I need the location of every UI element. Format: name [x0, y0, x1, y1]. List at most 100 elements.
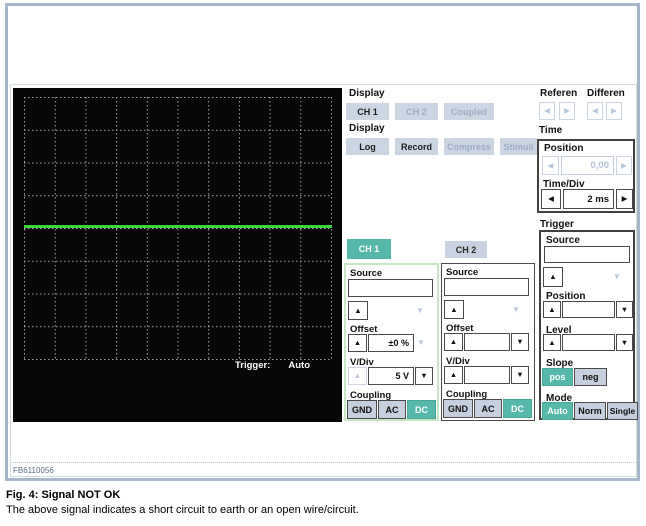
trigger-level-down-button[interactable]: ▼	[616, 334, 633, 351]
ch1-tab[interactable]: CH 1	[347, 239, 391, 259]
referen-next-button: ▶	[559, 102, 575, 120]
up-arrow-icon: ▲	[450, 338, 457, 346]
slope-pos-button[interactable]: pos	[542, 368, 573, 386]
up-arrow-icon: ▲	[548, 306, 555, 314]
trigger-source-label: Source	[546, 235, 580, 246]
trigger-source-up-button[interactable]: ▲	[543, 267, 563, 287]
display-coupled-button[interactable]: Coupled	[444, 103, 494, 120]
mode-single-button[interactable]: Single	[607, 402, 638, 420]
left-arrow-icon: ◀	[592, 107, 598, 115]
time-group-label: Time	[539, 125, 562, 136]
mode-norm-button[interactable]: Norm	[574, 402, 606, 420]
down-arrow-icon: ▼	[516, 338, 523, 346]
trigger-position-down-button[interactable]: ▼	[616, 301, 633, 318]
ch1-offset-value: ±0 %	[368, 334, 414, 352]
ch2-source-label: Source	[446, 267, 478, 278]
ch1-source-dropdown-icon: ▼	[416, 307, 424, 315]
ch1-vdiv-value: 5 V	[368, 367, 414, 385]
instrument-panel: Trigger: Auto Display CH 1 CH 2 Coupled …	[10, 84, 637, 477]
scope-trigger-readout: Trigger: Auto	[235, 360, 310, 371]
ch2-offset-value	[464, 333, 510, 351]
left-arrow-icon: ◀	[544, 107, 550, 115]
ch2-offset-up-button[interactable]: ▲	[444, 333, 463, 351]
referen-label: Referen	[540, 88, 577, 99]
left-arrow-icon: ◀	[548, 195, 554, 203]
referen-prev-button: ◀	[539, 102, 555, 120]
time-position-increase-button[interactable]: ▶	[616, 156, 632, 175]
scope-grid	[24, 97, 332, 360]
time-position-decrease-button[interactable]: ◀	[542, 156, 559, 175]
ch2-source-dropdown-icon: ▼	[512, 306, 520, 314]
left-arrow-icon: ◀	[548, 162, 554, 170]
footer-divider	[11, 462, 636, 463]
down-arrow-icon: ▼	[516, 371, 523, 379]
trigger-group-box: Source ▲ ▼ Position ▲ ▼ Level ▲ ▼ Slope …	[539, 230, 635, 420]
time-group-box: Position ◀ 0,00 ▶ Time/Div ◀ 2 ms ▶	[537, 139, 635, 213]
up-arrow-icon: ▲	[450, 371, 457, 379]
ch1-source-input[interactable]	[348, 279, 433, 297]
ch1-source-label: Source	[350, 268, 382, 279]
ch2-coupling-dc-button[interactable]: DC	[503, 399, 532, 418]
trigger-source-input[interactable]	[544, 246, 630, 263]
timediv-increase-button[interactable]: ▶	[616, 189, 633, 209]
trigger-readout-label: Trigger:	[235, 360, 270, 371]
figure-code: FB6110056	[13, 466, 54, 475]
ch2-coupling-gnd-button[interactable]: GND	[443, 399, 473, 418]
display-channels-label: Display	[349, 88, 385, 99]
ch1-coupling-ac-button[interactable]: AC	[378, 400, 406, 419]
right-arrow-icon: ▶	[611, 107, 617, 115]
display-ch2-button[interactable]: CH 2	[395, 103, 438, 120]
down-arrow-icon: ▼	[420, 372, 427, 380]
slope-neg-button[interactable]: neg	[574, 368, 607, 386]
ch1-source-up-button[interactable]: ▲	[348, 301, 368, 320]
differen-next-button: ▶	[606, 102, 622, 120]
ch2-vdiv-up-button[interactable]: ▲	[444, 366, 463, 384]
display-ch1-button[interactable]: CH 1	[346, 103, 389, 120]
ch1-offset-dropdown-icon: ▼	[417, 339, 425, 347]
ch1-panel: Source ▲ ▼ Offset ▲ ±0 % ▼ V/Div ▲ 5 V ▼…	[344, 263, 439, 421]
right-arrow-icon: ▶	[564, 107, 570, 115]
ch1-coupling-dc-button[interactable]: DC	[407, 400, 436, 419]
timediv-decrease-button[interactable]: ◀	[541, 189, 561, 209]
log-button[interactable]: Log	[346, 138, 389, 155]
timediv-value: 2 ms	[563, 189, 614, 209]
trigger-readout-value: Auto	[288, 360, 310, 371]
up-arrow-icon: ▲	[450, 306, 457, 314]
trigger-position-up-button[interactable]: ▲	[543, 301, 561, 318]
trigger-position-value	[562, 301, 615, 318]
trigger-group-label: Trigger	[540, 219, 574, 230]
up-arrow-icon: ▲	[354, 307, 361, 315]
display-modes-label: Display	[349, 123, 385, 134]
ch2-vdiv-value	[464, 366, 510, 384]
ch2-tab[interactable]: CH 2	[445, 241, 487, 258]
ch1-offset-up-button[interactable]: ▲	[348, 334, 367, 352]
up-arrow-icon: ▲	[549, 273, 556, 281]
right-arrow-icon: ▶	[622, 195, 628, 203]
ch2-panel: Source ▲ ▼ Offset ▲ ▼ V/Div ▲ ▼ Coupling…	[441, 263, 535, 421]
ch2-offset-down-button[interactable]: ▼	[511, 333, 529, 351]
ch1-vdiv-up-button[interactable]: ▲	[348, 367, 367, 385]
ch1-coupling-gnd-button[interactable]: GND	[347, 400, 377, 419]
down-arrow-icon: ▼	[621, 339, 628, 347]
trigger-level-up-button[interactable]: ▲	[543, 334, 561, 351]
differen-label: Differen	[587, 88, 625, 99]
time-position-label: Position	[544, 143, 583, 154]
stimuli-button[interactable]: Stimuli	[500, 138, 537, 155]
oscilloscope-screen: Trigger: Auto	[13, 88, 342, 422]
mode-auto-button[interactable]: Auto	[542, 402, 573, 420]
ch2-source-up-button[interactable]: ▲	[444, 300, 464, 319]
ch2-source-input[interactable]	[444, 278, 529, 296]
right-arrow-icon: ▶	[621, 162, 627, 170]
up-arrow-icon: ▲	[354, 339, 361, 347]
signal-trace	[24, 225, 332, 228]
up-arrow-icon: ▲	[548, 339, 555, 347]
figure-caption-title: Fig. 4: Signal NOT OK	[6, 489, 120, 501]
down-arrow-icon: ▼	[621, 306, 628, 314]
ch2-coupling-ac-button[interactable]: AC	[474, 399, 502, 418]
up-arrow-icon: ▲	[354, 372, 361, 380]
figure-caption-description: The above signal indicates a short circu…	[6, 504, 359, 516]
compress-button[interactable]: Compress	[444, 138, 494, 155]
record-button[interactable]: Record	[395, 138, 438, 155]
ch1-vdiv-down-button[interactable]: ▼	[415, 367, 433, 385]
ch2-vdiv-down-button[interactable]: ▼	[511, 366, 529, 384]
